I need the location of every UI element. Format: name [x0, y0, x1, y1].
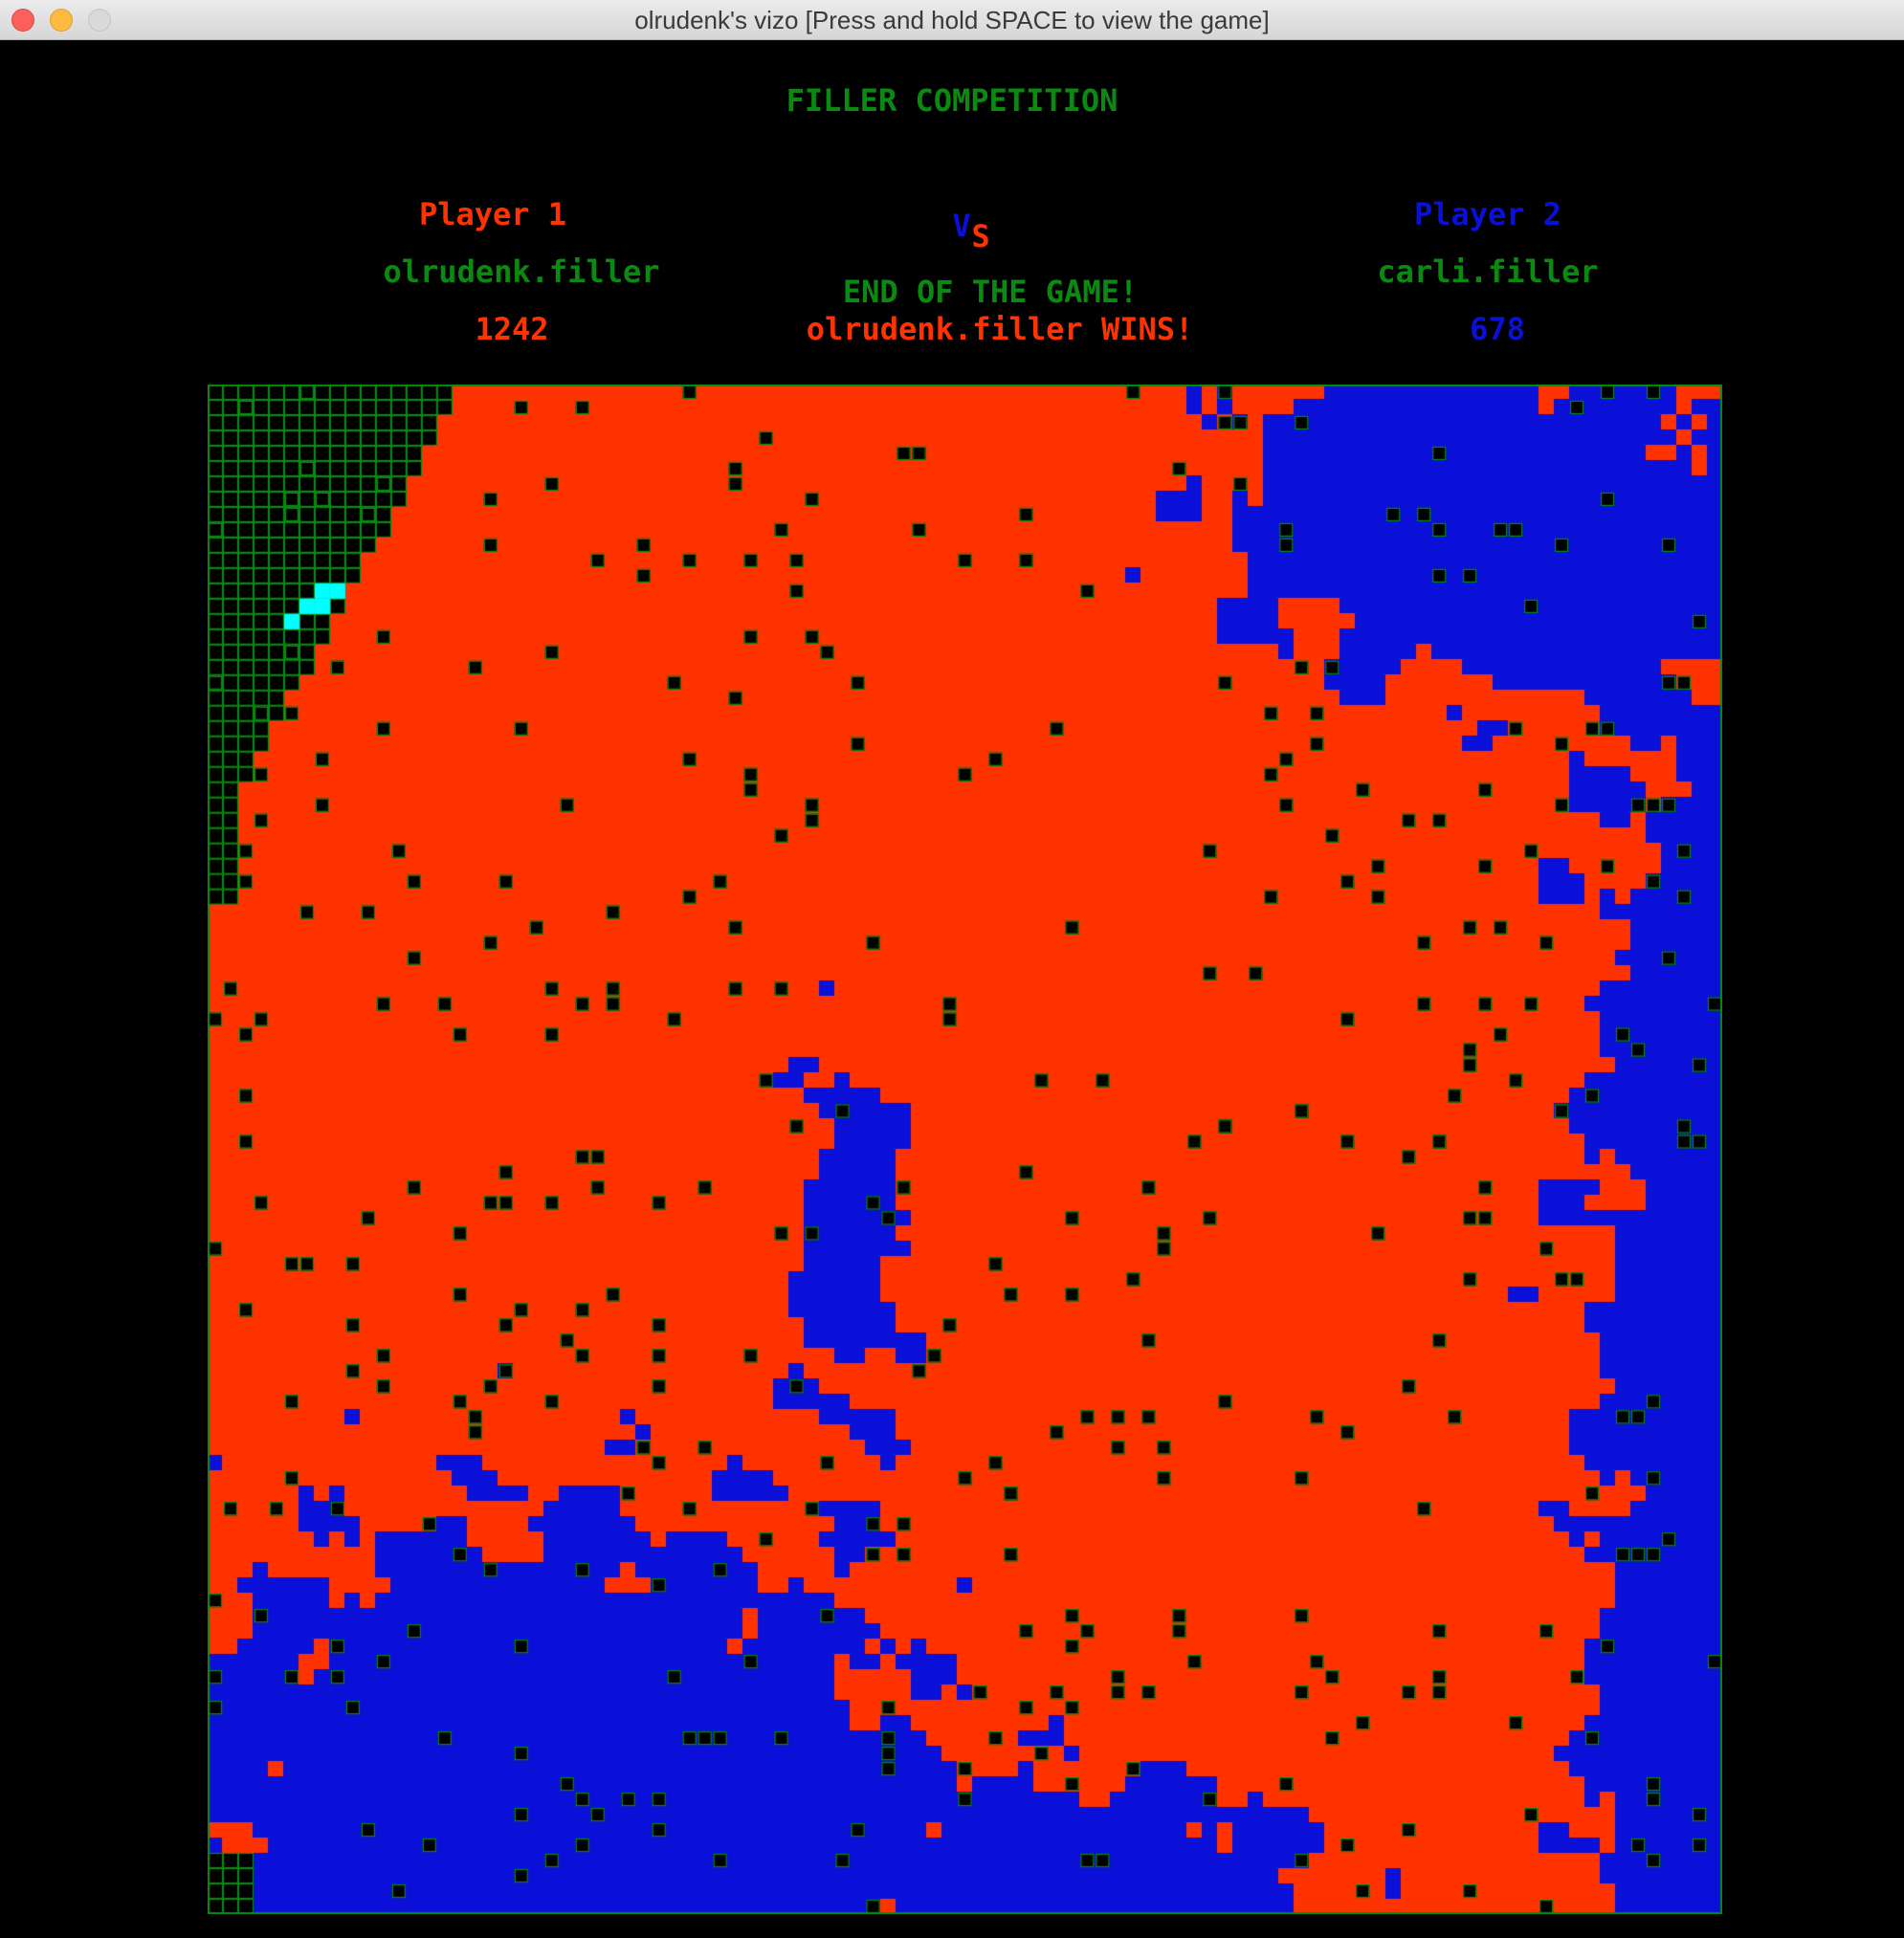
player1-label: Player 1 [418, 196, 567, 232]
game-board [208, 385, 1722, 1914]
competition-title: FILLER COMPETITION [786, 82, 1118, 119]
player2-score: 678 [1470, 311, 1525, 347]
player2-label: Player 2 [1413, 196, 1562, 232]
game-over-text: END OF THE GAME! [842, 274, 1139, 310]
window-titlebar: olrudenk's vizo [Press and hold SPACE to… [0, 0, 1904, 40]
player2-name: carli.filler [1377, 253, 1599, 290]
versus-s: S [971, 218, 990, 254]
winner-text: olrudenk.filler WINS! [806, 311, 1194, 347]
window-title: olrudenk's vizo [Press and hold SPACE to… [634, 6, 1270, 34]
